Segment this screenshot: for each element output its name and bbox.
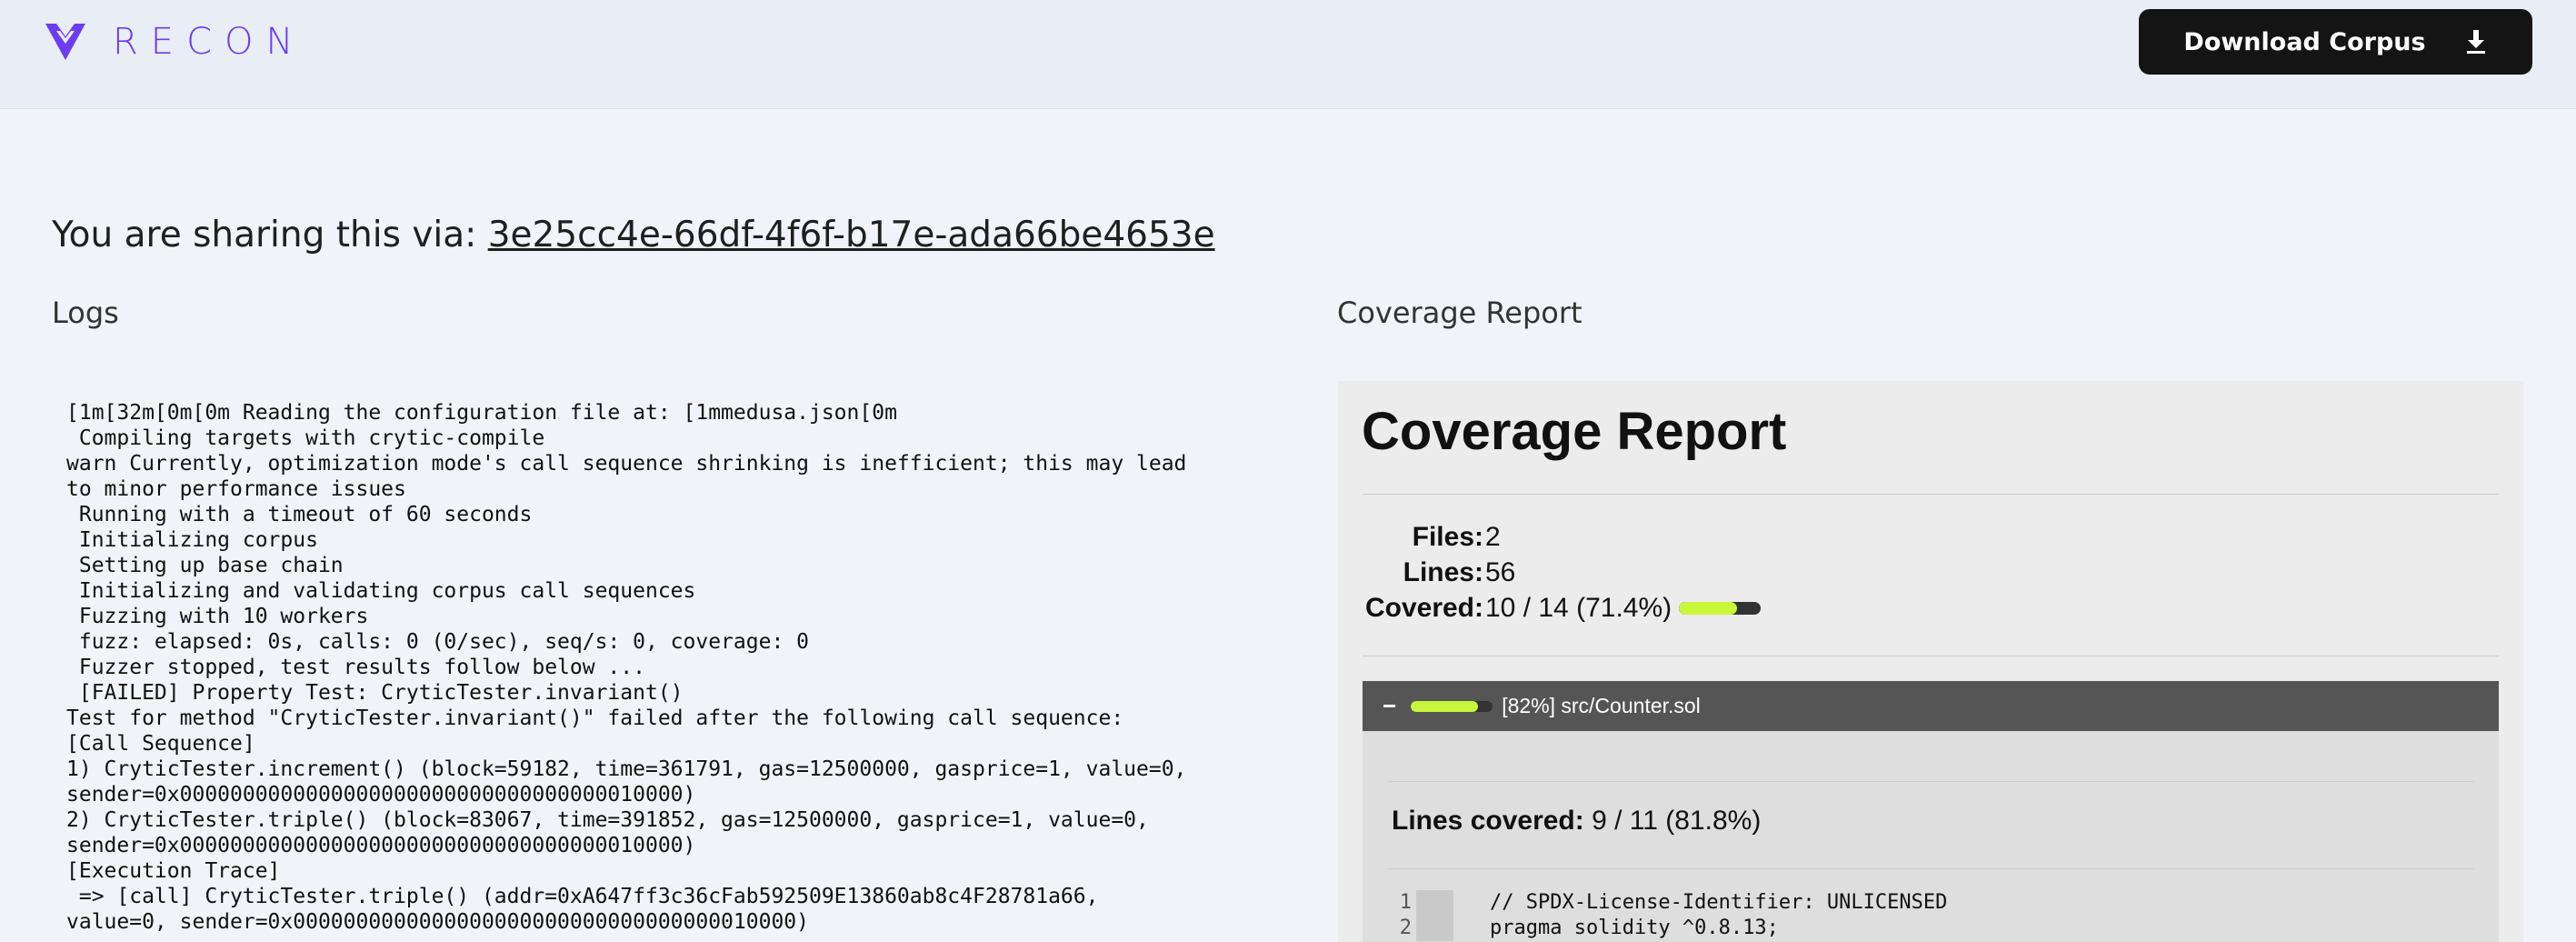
log-line: warn Currently, optimization mode's call… [66,452,1187,476]
download-corpus-button[interactable]: Download Corpus [2139,9,2532,75]
coverage-report-panel[interactable]: Coverage Report Files: 2 Lines: 56 Cover… [1338,381,2523,942]
stat-files-value: 2 [1485,522,1501,553]
log-line: to minor performance issues [66,477,406,501]
file-progress-fill [1411,700,1478,712]
file-progress-bar [1411,700,1493,712]
lines-covered-label: Lines covered: [1392,806,1584,836]
file-name: [82%] src/Counter.sol [1502,694,1701,717]
stat-covered-number: 10 / 14 (71.4%) [1485,593,1672,623]
code-text: // SPDX-License-Identifier: UNLICENSED [1490,891,1948,914]
divider [1387,781,2474,782]
log-line: Setting up base chain [66,554,344,577]
code-line: 1 // SPDX-License-Identifier: UNLICENSED [1363,890,2499,916]
log-line: sender=0x0000000000000000000000000000000… [66,834,696,857]
share-link[interactable]: 3e25cc4e-66df-4f6f-b17e-ada66be4653e [488,215,1215,256]
log-line: Initializing corpus [66,528,318,552]
share-line: You are sharing this via: 3e25cc4e-66df-… [52,215,1215,256]
log-line: [Execution Trace] [66,859,281,883]
log-line: value=0, sender=0x0000000000000000000000… [66,910,809,934]
log-line: Running with a timeout of 60 seconds [66,503,533,526]
recon-logo-icon [45,24,85,60]
logs-title: Logs [52,296,119,330]
code-text: pragma solidity ^0.8.13; [1490,917,1779,939]
file-body: Lines covered: 9 / 11 (81.8%) 1 // SPDX-L… [1363,731,2499,942]
log-line: 1) CryticTester.increment() (block=59182… [66,757,1187,781]
log-line: [Call Sequence] [66,732,255,756]
collapse-toggle-icon[interactable]: − [1383,692,1396,720]
log-line: [FAILED] Property Test: CryticTester.inv… [66,681,684,705]
coverage-section-title: Coverage Report [1337,296,1583,330]
stat-lines-value: 56 [1485,557,1515,588]
stat-lines-number: 56 [1485,557,1516,587]
lines-covered: Lines covered: 9 / 11 (81.8%) [1392,806,1761,837]
download-icon [2466,30,2485,54]
source-code: 1// SPDX-License-Identifier: UNLICENSED 2… [1363,890,2499,941]
code-line: 2 pragma solidity ^0.8.13; [1363,916,2499,941]
coverage-gutter [1416,916,1453,941]
log-line: Fuzzing with 10 workers [66,605,369,628]
stat-covered-label: Covered: [1364,593,1483,623]
log-line: Test for method "CryticTester.invariant(… [66,706,1124,730]
log-line: [1m[32m[0m[0m Reading the configuration … [66,401,897,425]
log-line: 2) CryticTester.triple() (block=83067, t… [66,808,1149,832]
divider [1387,868,2474,869]
covered-progress-bar [1679,602,1762,615]
stat-files-label: Files: [1412,522,1483,552]
top-bar: RECON Download Corpus [0,0,2576,109]
coverage-gutter [1416,890,1453,916]
log-line: Fuzzer stopped, test results follow belo… [66,656,645,679]
file-header-counter-sol[interactable]: − [82%] src/Counter.sol [1363,681,2499,731]
stat-covered-value: 10 / 14 (71.4%) [1485,593,1762,624]
stat-files-number: 2 [1485,522,1501,552]
logs-output[interactable]: [1m[32m[0m[0m Reading the configuration … [66,400,1284,942]
log-line: Compiling targets with crytic-compile [66,426,545,450]
log-line: fuzz: elapsed: 0s, calls: 0 (0/sec), seq… [66,630,809,654]
log-line: sender=0x0000000000000000000000000000000… [66,783,696,807]
divider [1363,494,2499,495]
line-number: 1 [1399,891,1412,914]
log-line: => [call] CryticTester.triple() (addr=0x… [66,885,1099,908]
stat-lines-label: Lines: [1403,557,1483,587]
share-prefix: You are sharing this via: [52,215,477,256]
lines-covered-value: 9 / 11 (81.8%) [1592,806,1762,836]
covered-progress-fill [1679,602,1738,615]
brand-name: RECON [113,21,306,63]
brand-logo[interactable]: RECON [44,20,305,64]
download-corpus-label: Download Corpus [2183,27,2426,56]
log-line: Initializing and validating corpus call … [66,579,696,603]
coverage-report-heading: Coverage Report [1362,402,1787,461]
line-number: 2 [1399,917,1412,939]
